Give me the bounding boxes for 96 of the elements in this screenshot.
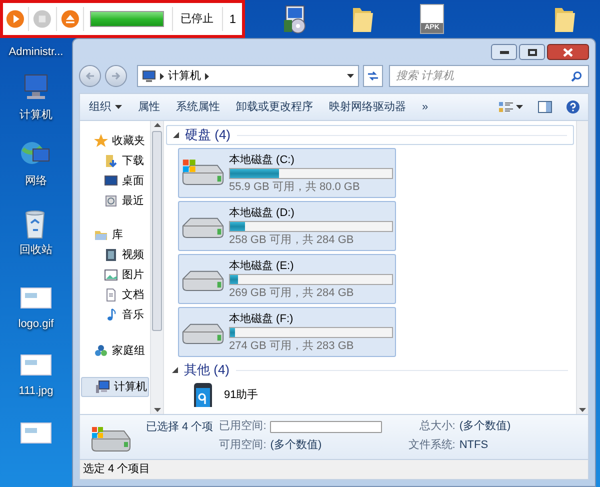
address-path: 计算机 xyxy=(168,68,201,84)
drive-item[interactable]: 本地磁盘 (F:) 274 GB 可用，共 283 GB xyxy=(178,307,396,357)
detail-value: (多个数值) xyxy=(459,419,511,434)
view-options-button[interactable] xyxy=(496,101,526,113)
nav-item[interactable]: 家庭组 xyxy=(80,341,150,361)
picture-icon xyxy=(104,268,118,282)
dropdown-icon xyxy=(115,105,122,109)
phone-icon xyxy=(194,383,212,407)
selection-summary: 已选择 4 个项 xyxy=(146,420,214,435)
refresh-icon xyxy=(367,71,379,81)
drive-name: 本地磁盘 (C:) xyxy=(229,152,296,166)
drive-space-info: 274 GB 可用，共 283 GB xyxy=(229,338,355,352)
drive-name: 本地磁盘 (E:) xyxy=(229,258,295,272)
desktop-icon-label[interactable]: 计算机 xyxy=(20,106,52,123)
nav-item[interactable]: 文档 xyxy=(80,285,150,305)
group-header[interactable]: 其他 (4) xyxy=(166,360,574,380)
nav-item[interactable]: 图片 xyxy=(80,265,150,285)
installer-icon xyxy=(282,4,308,34)
nav-item[interactable]: 下载 xyxy=(80,151,150,171)
toolbar-button[interactable]: 映射网络驱动器 xyxy=(324,96,411,118)
dropdown-icon xyxy=(516,105,523,109)
desktop-icon-label[interactable]: 111.jpg xyxy=(18,382,54,399)
toolbar-button[interactable]: » xyxy=(417,96,434,118)
close-icon xyxy=(563,48,573,56)
back-button[interactable] xyxy=(79,65,101,87)
desktop-icon-label[interactable]: 网络 xyxy=(25,173,47,190)
toolbar-button[interactable]: 组织 xyxy=(84,96,127,118)
help-icon[interactable] xyxy=(566,100,580,114)
drive-item[interactable]: 本地磁盘 (E:) 269 GB 可用，共 284 GB xyxy=(178,254,396,304)
drive-name: 本地磁盘 (D:) xyxy=(229,206,296,220)
detail-label: 总大小: xyxy=(418,419,456,434)
group-header[interactable]: 硬盘 (4) xyxy=(166,125,574,145)
player-status: 已停止 xyxy=(180,12,215,27)
device-name: 91助手 xyxy=(224,388,258,403)
close-button[interactable] xyxy=(547,44,589,60)
toolbar-button[interactable]: 属性 xyxy=(133,96,165,118)
scrollbar[interactable] xyxy=(576,121,588,414)
homegroup-icon xyxy=(94,344,108,358)
search-icon xyxy=(571,70,582,82)
play-button[interactable] xyxy=(6,8,24,30)
nav-item[interactable]: 最近 xyxy=(80,191,150,211)
nav-item[interactable]: 计算机 xyxy=(81,377,149,397)
search-input: 搜索 计算机 xyxy=(396,68,571,84)
drive-icon xyxy=(90,427,132,453)
monitor-icon xyxy=(104,174,118,188)
nav-item[interactable]: 收藏夹 xyxy=(80,131,150,151)
toolbar-button[interactable]: 卸载或更改程序 xyxy=(231,96,318,118)
drive-space-info: 55.9 GB 可用，共 80.0 GB xyxy=(229,180,361,194)
computer-icon xyxy=(96,380,110,394)
refresh-button[interactable] xyxy=(363,65,383,87)
toolbar-button[interactable]: 系统属性 xyxy=(171,96,225,118)
detail-value: (多个数值) xyxy=(270,438,323,453)
details-view-icon xyxy=(499,101,513,113)
nav-item[interactable]: 库 xyxy=(80,225,150,245)
drive-space-info: 258 GB 可用，共 284 GB xyxy=(229,232,355,246)
eject-button[interactable] xyxy=(60,8,79,30)
expand-arrow-icon[interactable] xyxy=(173,132,179,138)
library-folder-icon xyxy=(94,228,108,242)
computer-icon xyxy=(142,70,156,82)
nav-item[interactable]: 桌面 xyxy=(80,171,150,191)
dropdown-icon[interactable] xyxy=(347,74,354,78)
expand-arrow-icon[interactable] xyxy=(172,367,178,373)
star-icon xyxy=(94,134,108,148)
film-icon xyxy=(104,248,118,262)
drive-item[interactable]: 本地磁盘 (D:) 258 GB 可用，共 284 GB xyxy=(178,201,396,251)
scroll-up-arrow-icon[interactable] xyxy=(154,123,160,127)
document-icon xyxy=(104,288,118,302)
nav-item[interactable]: 视频 xyxy=(80,245,150,265)
minimize-button[interactable] xyxy=(491,44,517,60)
preview-pane-button[interactable] xyxy=(538,101,552,113)
download-folder-icon xyxy=(104,154,118,168)
back-arrow-icon xyxy=(85,72,95,80)
forward-button[interactable] xyxy=(105,65,127,87)
scrollbar[interactable] xyxy=(150,121,164,414)
desktop-icon-label[interactable]: Administr... xyxy=(8,44,64,60)
recent-places-icon xyxy=(104,194,118,208)
maximize-button[interactable] xyxy=(519,44,545,60)
drive-space-info: 269 GB 可用，共 284 GB xyxy=(229,286,355,300)
status-bar: 选定 4 个项目 xyxy=(79,460,589,480)
detail-label: 可用空间: xyxy=(219,438,266,453)
detail-label: 已用空间: xyxy=(219,419,266,434)
desktop-icon-label[interactable]: logo.gif xyxy=(18,316,54,332)
drive-item[interactable]: 本地磁盘 (C:) 55.9 GB 可用，共 80.0 GB xyxy=(178,148,396,198)
nav-item[interactable]: 音乐 xyxy=(80,305,150,325)
detail-value: NTFS xyxy=(459,438,490,453)
chevron-icon xyxy=(160,72,164,80)
desktop-icon-label[interactable]: 回收站 xyxy=(20,242,52,258)
forward-arrow-icon xyxy=(111,72,121,80)
address-bar[interactable]: 计算机 xyxy=(137,65,359,87)
chevron-icon xyxy=(205,72,209,80)
detail-label: 文件系统: xyxy=(408,438,456,453)
scroll-down-arrow-icon[interactable] xyxy=(154,408,160,412)
track-count: 1 xyxy=(228,11,238,28)
scroll-down-arrow-icon[interactable] xyxy=(579,408,586,412)
search-field[interactable]: 搜索 计算机 xyxy=(389,65,589,87)
drive-name: 本地磁盘 (F:) xyxy=(229,312,294,326)
